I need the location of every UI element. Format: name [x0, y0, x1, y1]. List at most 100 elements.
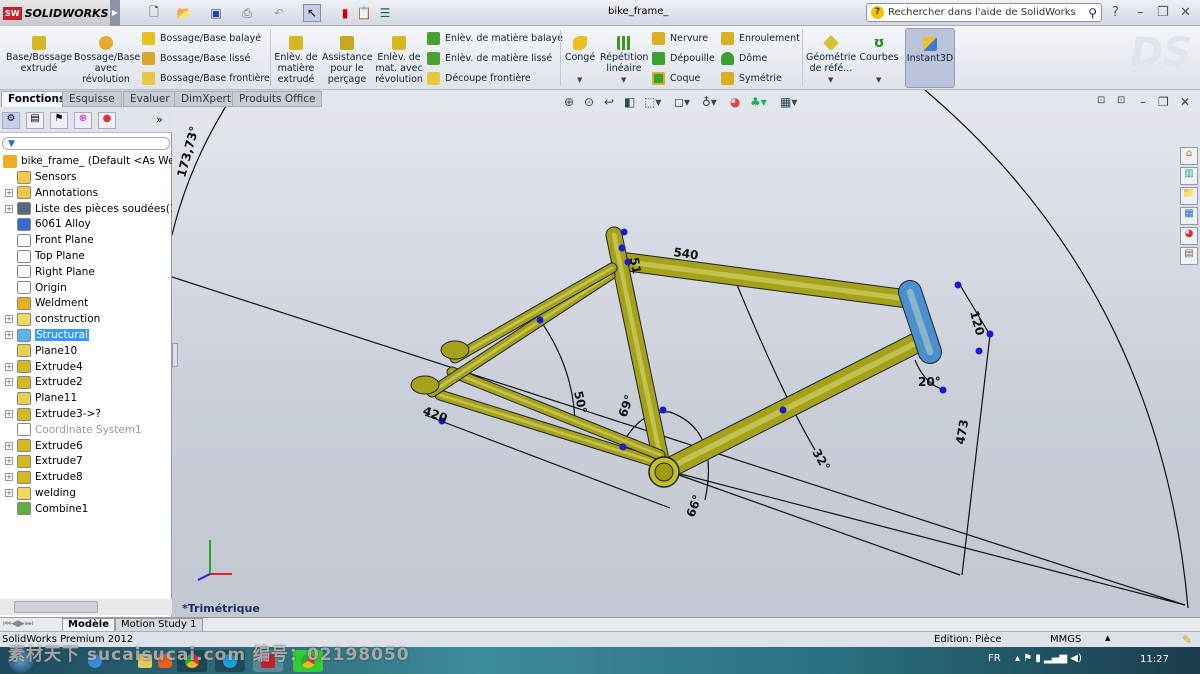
dimension-label[interactable]: 120: [967, 309, 987, 337]
tab-modele[interactable]: Modèle: [62, 618, 115, 632]
graphics-viewport[interactable]: 173,73° 540 51 120 20° 473 32° 50° 69° 66° 420 ⊕ ⊙…: [172, 90, 1200, 617]
reference-geometry-dropdown[interactable]: ▼: [828, 76, 833, 84]
tab-produits-office[interactable]: Produits Office: [232, 91, 323, 107]
tree-item[interactable]: + Extrude3->?: [0, 406, 101, 422]
undo-icon[interactable]: ↶: [270, 4, 288, 22]
extrude-cut-button[interactable]: Enlèv. de matière extrudé: [273, 34, 319, 85]
help-menu-icon[interactable]: ?: [1112, 5, 1119, 20]
tree-item[interactable]: Right Plane: [0, 264, 95, 280]
dimension-label[interactable]: 420: [421, 404, 449, 426]
tree-item[interactable]: + Extrude7: [0, 453, 83, 469]
new-document-icon[interactable]: 🗋: [145, 4, 163, 22]
help-search-input[interactable]: ? Rechercher dans l'aide de SolidWorks ⚲: [866, 3, 1102, 22]
tree-item[interactable]: Top Plane: [0, 248, 85, 264]
scrollbar-thumb[interactable]: [14, 601, 98, 613]
feature-tree-tab-icon[interactable]: ⚙: [2, 112, 20, 129]
rear-dropout[interactable]: [440, 340, 470, 360]
boundary-cut-button[interactable]: Découpe frontière: [427, 70, 531, 86]
clock[interactable]: 11:27: [1140, 654, 1169, 665]
swept-cut-button[interactable]: Enlèv. de matière balayé: [427, 30, 563, 46]
tree-item[interactable]: + Extrude8: [0, 469, 83, 485]
dimxpert-tab-icon[interactable]: ⊕: [74, 112, 92, 129]
zoom-area-icon[interactable]: ⊙: [584, 95, 594, 109]
sketch-point[interactable]: [779, 406, 787, 414]
view-settings-icon[interactable]: ▦▾: [780, 95, 797, 109]
restore-icon[interactable]: ❐: [1157, 5, 1169, 20]
revolve-boss-button[interactable]: Bossage/Base avec révolution: [74, 34, 140, 85]
print-icon[interactable]: ⎙: [238, 4, 256, 22]
sketch-point[interactable]: [618, 244, 626, 252]
tree-item[interactable]: + Extrude4: [0, 359, 83, 375]
wrap-button[interactable]: Enroulement: [721, 30, 800, 46]
curves-button[interactable]: ʊ Courbes: [858, 34, 900, 63]
fillet-dropdown[interactable]: ▼: [577, 76, 582, 84]
dome-button[interactable]: Dôme: [721, 50, 767, 66]
sketch-point[interactable]: [659, 406, 667, 414]
tree-item[interactable]: + Structural: [0, 327, 89, 343]
tree-item[interactable]: + Extrude2: [0, 374, 83, 390]
tree-item[interactable]: Plane10: [0, 343, 77, 359]
zoom-to-fit-icon[interactable]: ⊕: [564, 95, 574, 109]
hole-wizard-button[interactable]: Assistance pour le perçage: [322, 34, 373, 85]
shell-button[interactable]: Coque: [652, 70, 700, 86]
dimension-label[interactable]: 473: [953, 418, 971, 445]
view-orientation-icon[interactable]: ⬚▾: [644, 95, 661, 109]
options-icon[interactable]: ☰: [376, 4, 394, 22]
previous-view-icon[interactable]: ↩: [604, 95, 614, 109]
sketch-point[interactable]: [975, 347, 983, 355]
tree-item[interactable]: Sensors: [0, 169, 76, 185]
rebuild-status-icon[interactable]: ✎: [1182, 633, 1192, 647]
scenes-icon[interactable]: ♣▾: [750, 95, 767, 109]
dimension-label[interactable]: 32°: [809, 447, 832, 474]
search-icon[interactable]: ⚲: [1088, 6, 1097, 20]
dimension-label[interactable]: 66°: [684, 493, 705, 519]
dimension-label[interactable]: 51: [627, 256, 644, 275]
tab-esquisse[interactable]: Esquisse: [62, 91, 122, 107]
sketch-point[interactable]: [536, 316, 544, 324]
tree-item[interactable]: + Extrude6: [0, 438, 83, 454]
tab-scroll-arrows[interactable]: ⏮◀▶⏭: [3, 619, 33, 629]
section-view-icon[interactable]: ◧: [624, 95, 635, 109]
reference-geometry-button[interactable]: Géométrie de réfé...: [806, 34, 856, 74]
file-properties-icon[interactable]: 📋: [355, 4, 373, 22]
units-menu-arrow[interactable]: ▲: [1105, 634, 1110, 642]
split-horizontal-icon[interactable]: ⊡: [1097, 95, 1105, 106]
hide-show-icon[interactable]: ♁▾: [702, 95, 717, 109]
unit-system[interactable]: MMGS: [1050, 634, 1081, 645]
language-indicator[interactable]: FR: [988, 653, 1001, 664]
expand-icon[interactable]: +: [5, 378, 13, 387]
tab-dimxpert[interactable]: DimXpert: [174, 91, 238, 107]
panel-collapse-handle[interactable]: [172, 343, 178, 367]
tree-item[interactable]: Combine1: [0, 501, 88, 517]
solidworks-logo[interactable]: SW SOLIDWORKS: [0, 0, 110, 26]
expand-icon[interactable]: +: [5, 489, 13, 497]
property-manager-tab-icon[interactable]: ▤: [26, 112, 44, 129]
viewport-minimize-icon[interactable]: –: [1140, 95, 1146, 109]
viewport-restore-icon[interactable]: ❐: [1158, 95, 1169, 109]
rear-dropout[interactable]: [410, 375, 440, 395]
view-palette-icon[interactable]: ▦: [1180, 207, 1198, 225]
expand-icon[interactable]: +: [5, 441, 13, 450]
expand-icon[interactable]: +: [5, 473, 13, 482]
tree-item[interactable]: Coordinate System1: [0, 422, 142, 438]
pattern-dropdown[interactable]: ▼: [621, 76, 626, 84]
expand-icon[interactable]: +: [5, 457, 13, 466]
design-library-icon[interactable]: ▥: [1180, 167, 1198, 185]
tree-item[interactable]: + welding: [0, 485, 76, 501]
boundary-boss-button[interactable]: Bossage/Base frontière: [142, 70, 270, 86]
revolve-cut-button[interactable]: Enlèv. de mat. avec révolution: [374, 34, 424, 85]
dimension-label[interactable]: 20°: [918, 375, 941, 389]
tree-item[interactable]: Origin: [0, 280, 67, 296]
tree-item[interactable]: Plane11: [0, 390, 77, 406]
extrude-boss-button[interactable]: Base/Bossage extrudé: [6, 34, 72, 74]
menu-expand-arrow[interactable]: ▶: [110, 0, 120, 26]
solidworks-resources-icon[interactable]: ⌂: [1180, 147, 1198, 165]
sketch-point[interactable]: [619, 443, 627, 451]
display-manager-tab-icon[interactable]: ●: [98, 112, 116, 129]
expand-icon[interactable]: +: [5, 204, 13, 213]
tree-horizontal-scrollbar[interactable]: [0, 599, 172, 615]
tree-item[interactable]: + Annotations: [0, 185, 98, 201]
lofted-cut-button[interactable]: Enlèv. de matière lissé: [427, 50, 552, 66]
tree-filter-input[interactable]: ▼: [2, 137, 170, 150]
expand-icon[interactable]: +: [5, 362, 13, 371]
